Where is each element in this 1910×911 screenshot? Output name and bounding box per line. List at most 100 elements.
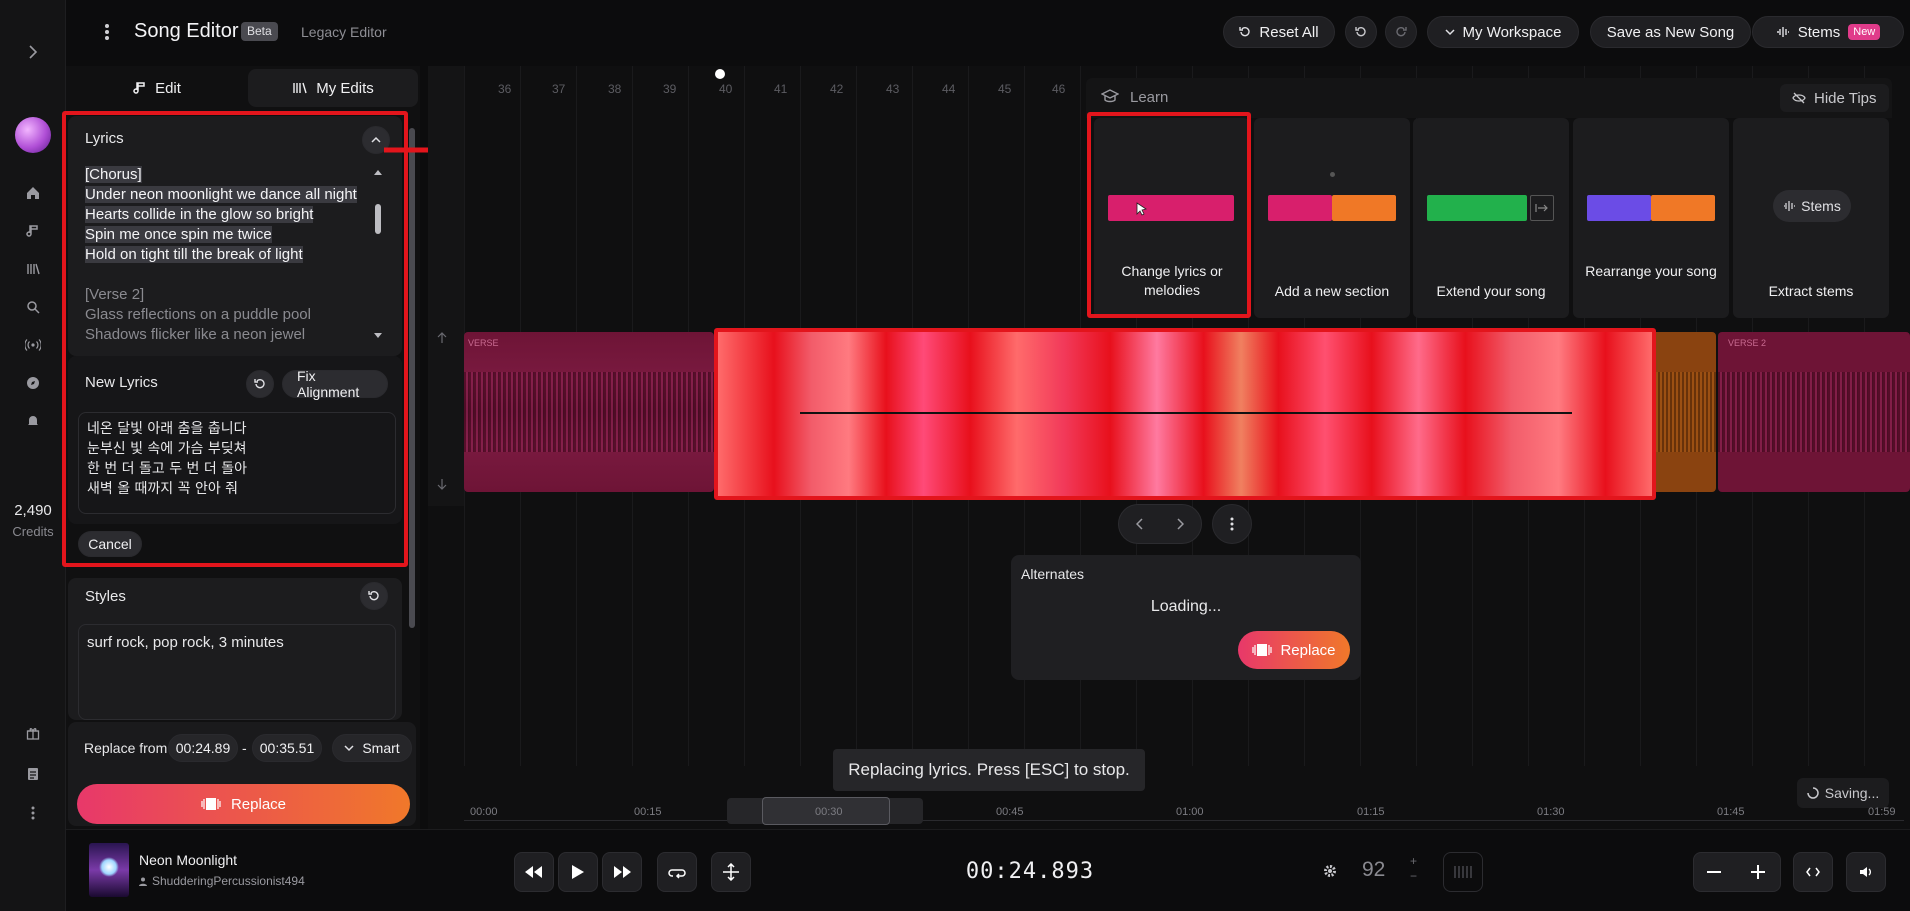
artist-name: ShudderingPercussionist494 — [152, 874, 305, 888]
song-title[interactable]: Neon Moonlight — [139, 852, 237, 868]
bpm-value[interactable]: 92 — [1362, 858, 1385, 882]
alternates-replace-button[interactable]: Replace — [1238, 631, 1350, 669]
zoom-in-button[interactable] — [1743, 862, 1773, 882]
replace-end-input[interactable]: 00:35.51 — [252, 734, 322, 762]
tip-label: Extract stems — [1768, 283, 1854, 299]
spinner-icon — [1807, 787, 1819, 799]
tip-illustration — [1651, 195, 1715, 221]
verse-2-label: VERSE 2 — [1728, 338, 1767, 348]
replacing-region[interactable] — [718, 332, 1652, 496]
cancel-button[interactable]: Cancel — [78, 531, 142, 557]
ruler-tick: 38 — [608, 82, 622, 96]
smart-dropdown[interactable]: Smart — [332, 734, 412, 762]
replace-button[interactable]: Replace — [77, 784, 410, 824]
metronome-button[interactable] — [1443, 852, 1483, 892]
home-icon[interactable] — [22, 182, 44, 204]
lyrics-scrollbar[interactable] — [372, 166, 384, 342]
save-label: Save as New Song — [1606, 23, 1735, 41]
overview-time: 01:45 — [1717, 806, 1745, 818]
waveform — [1718, 372, 1910, 452]
progress-line — [800, 412, 1572, 414]
replace-start-input[interactable]: 00:24.89 — [168, 734, 238, 762]
menu-dots-icon[interactable] — [104, 23, 110, 41]
library-icon — [292, 81, 308, 95]
tip-card-extract-stems[interactable]: Stems Extract stems — [1733, 118, 1889, 318]
tip-card-rearrange[interactable]: Rearrange your song — [1573, 118, 1729, 318]
status-toast: Replacing lyrics. Press [ESC] to stop. — [833, 749, 1145, 791]
waveform — [464, 372, 714, 452]
zoom-out-button[interactable] — [1699, 862, 1729, 882]
legacy-editor-link[interactable]: Legacy Editor — [301, 24, 387, 40]
panel-scrollbar[interactable] — [408, 116, 416, 716]
explore-icon[interactable] — [22, 372, 44, 394]
expand-chevron-icon[interactable] — [22, 41, 44, 63]
replace-icon — [201, 797, 221, 811]
stems-button[interactable]: Stems New — [1752, 16, 1904, 48]
avatar[interactable] — [15, 117, 51, 153]
settings-gear-icon[interactable] — [1323, 864, 1337, 878]
fit-width-button[interactable] — [1793, 852, 1833, 892]
arrow-down-icon[interactable] — [436, 478, 448, 490]
gift-icon[interactable] — [22, 722, 44, 744]
tip-card-add-section[interactable]: Add a new section — [1254, 118, 1410, 318]
workspace-label: My Workspace — [1462, 23, 1562, 41]
revert-styles-button[interactable] — [360, 582, 388, 610]
redo-button[interactable] — [1385, 16, 1417, 48]
chevron-right-icon — [1177, 518, 1184, 530]
replace-from-label: Replace from — [84, 740, 168, 756]
fast-forward-button[interactable] — [602, 852, 642, 892]
next-alternate-button[interactable] — [1170, 514, 1190, 534]
chevron-down-icon — [1445, 28, 1455, 36]
play-button[interactable] — [558, 852, 598, 892]
overview-time: 01:30 — [1537, 806, 1565, 818]
new-lyrics-textarea[interactable]: 네온 달빛 아래 춤을 춥니다 눈부신 빛 속에 가슴 부딪쳐 한 번 더 돌고… — [78, 412, 396, 514]
loop-button[interactable] — [657, 852, 697, 892]
tip-label: Rearrange your song — [1585, 263, 1717, 279]
artist-row[interactable]: ShudderingPercussionist494 — [139, 874, 305, 888]
search-icon[interactable] — [22, 296, 44, 318]
overview-time: 00:45 — [996, 806, 1024, 818]
tip-card-change-lyrics[interactable]: Change lyrics or melodies — [1094, 118, 1250, 318]
undo-button[interactable] — [1345, 16, 1377, 48]
lyric-line: Spin me once spin me twice — [85, 226, 272, 243]
save-as-new-song-button[interactable]: Save as New Song — [1590, 16, 1751, 48]
stems-chip-label: Stems — [1801, 198, 1841, 214]
notifications-bell-icon[interactable] — [22, 410, 44, 432]
workspace-dropdown[interactable]: My Workspace — [1427, 16, 1579, 48]
tip-card-extend-song[interactable]: Extend your song — [1413, 118, 1569, 318]
fix-alignment-label: Fix Alignment — [297, 368, 360, 400]
lyrics-text[interactable]: [Chorus] Under neon moonlight we dance a… — [85, 165, 370, 345]
more-vertical-icon[interactable] — [22, 802, 44, 824]
reset-all-button[interactable]: Reset All — [1223, 16, 1335, 48]
alternate-more-button[interactable] — [1212, 504, 1252, 544]
fix-alignment-button[interactable]: Fix Alignment — [282, 368, 388, 400]
song-cover[interactable] — [89, 843, 129, 897]
create-music-icon[interactable] — [22, 220, 44, 242]
undo-icon — [368, 590, 379, 601]
library-icon[interactable] — [22, 258, 44, 280]
tab-my-edits[interactable]: My Edits — [248, 69, 418, 107]
tip-illustration — [1332, 195, 1396, 221]
alternates-title: Alternates — [1021, 566, 1085, 582]
playhead-marker[interactable] — [715, 69, 725, 79]
rewind-button[interactable] — [514, 852, 554, 892]
arrow-up-icon[interactable] — [436, 332, 448, 344]
beta-badge: Beta — [241, 22, 278, 41]
bpm-stepper[interactable]: + − — [1410, 854, 1417, 884]
learn-header — [1086, 78, 1892, 118]
smart-label: Smart — [362, 740, 400, 756]
undo-icon — [1355, 26, 1366, 37]
volume-button[interactable] — [1846, 852, 1886, 892]
graduation-cap-icon — [1101, 89, 1119, 103]
volume-icon — [1860, 867, 1871, 877]
document-icon[interactable] — [22, 763, 44, 785]
tab-edit[interactable]: Edit — [72, 69, 242, 107]
tip-label: Add a new section — [1274, 283, 1390, 299]
styles-input[interactable]: surf rock, pop rock, 3 minutes — [78, 624, 396, 720]
credits-value: 2,490 — [14, 502, 52, 519]
snap-button[interactable] — [711, 852, 751, 892]
revert-lyrics-button[interactable] — [246, 370, 274, 398]
hide-tips-button[interactable]: Hide Tips — [1780, 84, 1889, 112]
prev-alternate-button[interactable] — [1130, 514, 1150, 534]
radio-icon[interactable] — [22, 334, 44, 356]
